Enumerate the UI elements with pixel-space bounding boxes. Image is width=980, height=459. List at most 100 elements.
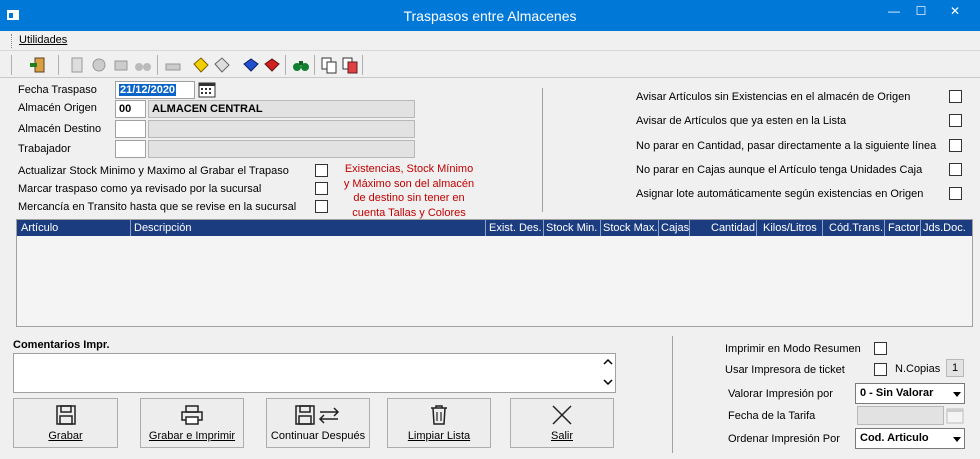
printer-icon: [181, 405, 203, 425]
almacen-origen-label: Almacén Origen: [18, 102, 97, 114]
book-blue-icon[interactable]: [242, 56, 260, 74]
column-cantidad[interactable]: Cantidad: [711, 222, 755, 234]
ncopias-input[interactable]: 1: [946, 359, 964, 377]
column-stock-max[interactable]: Stock Max.: [603, 222, 657, 234]
option-checkbox-sin-existencias[interactable]: [949, 90, 962, 103]
column-factor[interactable]: Factor: [888, 222, 919, 234]
exit-door-icon[interactable]: [29, 56, 47, 74]
marcar-revisado-label: Marcar traspaso como ya revisado por la …: [18, 183, 262, 195]
modo-resumen-checkbox[interactable]: [874, 342, 887, 355]
option-label-no-parar-cantidad: No parar en Cantidad, pasar directamente…: [636, 140, 937, 152]
actualizar-stock-checkbox[interactable]: [315, 164, 328, 177]
option-label-no-parar-cajas: No parar en Cajas aunque el Artículo ten…: [636, 164, 923, 176]
menu-bar: Utilidades: [0, 31, 980, 51]
salir-button-label: Salir: [550, 430, 573, 442]
option-label-ya-en-lista: Avisar de Artículos que ya esten en la L…: [636, 115, 847, 127]
maximize-button[interactable]: ☐: [904, 0, 938, 31]
almacen-origen-code-input[interactable]: 00: [115, 100, 146, 118]
option-checkbox-no-parar-cajas[interactable]: [949, 163, 962, 176]
ordenar-select[interactable]: Cod. Articulo: [855, 428, 965, 449]
ncopias-label: N.Copias: [895, 363, 941, 375]
settings-icon[interactable]: [90, 56, 108, 74]
option-label-sin-existencias: Avisar Artículos sin Existencias en el a…: [636, 91, 911, 103]
trabajador-name-field: [148, 140, 415, 158]
toolbar: [0, 52, 980, 78]
menu-utilidades[interactable]: Utilidades: [19, 34, 67, 46]
column-cajas[interactable]: Cajas: [661, 222, 689, 234]
option-checkbox-asignar-lote[interactable]: [949, 187, 962, 200]
continuar-despues-button[interactable]: Continuar Después: [266, 398, 370, 448]
valorar-select[interactable]: 0 - Sin Valorar: [855, 383, 965, 404]
column-stock-min[interactable]: Stock Min.: [546, 222, 597, 234]
valorar-value: 0 - Sin Valorar: [860, 387, 934, 399]
column-articulo[interactable]: Artículo: [21, 222, 58, 234]
fecha-traspaso-value: 21/12/2020: [119, 84, 177, 96]
almacen-destino-code-input[interactable]: [115, 120, 146, 138]
tray-icon[interactable]: [164, 56, 182, 74]
fecha-traspaso-label: Fecha Traspaso: [18, 84, 97, 96]
scroll-up-icon[interactable]: [603, 358, 613, 366]
comentarios-label: Comentarios Impr.: [13, 339, 110, 351]
close-button[interactable]: ✕: [938, 0, 972, 31]
chevron-down-icon: [953, 392, 961, 397]
copy-icon[interactable]: [320, 56, 338, 74]
menu-grip: [11, 34, 13, 48]
option-checkbox-no-parar-cantidad[interactable]: [949, 139, 962, 152]
save-later-icon: [295, 405, 340, 425]
title-bar: Traspasos entre Almacenes — ☐ ✕: [0, 0, 980, 31]
print-section-divider: [672, 336, 673, 453]
valorar-label: Valorar Impresión por: [728, 388, 833, 400]
articles-grid[interactable]: Artículo Descripción Exist. Des. Stock M…: [16, 219, 973, 327]
impresora-ticket-checkbox[interactable]: [874, 363, 887, 376]
stock-note: Existencias, Stock Mínimo y Máximo son d…: [343, 163, 475, 219]
comentarios-textarea[interactable]: [13, 353, 616, 393]
actualizar-stock-label: Actualizar Stock Minimo y Maximo al Grab…: [18, 165, 289, 177]
save-icon: [55, 405, 76, 425]
grabar-imprimir-button[interactable]: Grabar e Imprimir: [140, 398, 244, 448]
calendar-icon[interactable]: [198, 81, 216, 98]
almacen-destino-label: Almacén Destino: [18, 123, 102, 135]
book-red-icon[interactable]: [263, 56, 281, 74]
column-kilos-litros[interactable]: Kilos/Litros: [763, 222, 817, 234]
mercancia-transito-label: Mercancía en Transito hasta que se revis…: [18, 201, 297, 213]
limpiar-lista-button[interactable]: Limpiar Lista: [387, 398, 491, 448]
mercancia-transito-checkbox[interactable]: [315, 200, 328, 213]
marcar-revisado-checkbox[interactable]: [315, 182, 328, 195]
chevron-down-icon: [953, 437, 961, 442]
copy-pdf-icon[interactable]: [341, 56, 359, 74]
document-icon[interactable]: [68, 56, 86, 74]
continuar-despues-button-label: Continuar Después: [270, 430, 366, 442]
salir-button[interactable]: Salir: [510, 398, 614, 448]
tag-yellow-icon[interactable]: [192, 56, 210, 74]
grabar-button[interactable]: Grabar: [13, 398, 118, 448]
fecha-tarifa-input: [857, 406, 944, 425]
option-label-asignar-lote: Asignar lote automáticamente según exist…: [636, 188, 924, 200]
scroll-down-icon[interactable]: [603, 378, 613, 386]
almacen-origen-name-field: ALMACEN CENTRAL: [148, 100, 415, 118]
grabar-imprimir-button-label: Grabar e Imprimir: [148, 430, 236, 442]
ordenar-value: Cod. Articulo: [860, 432, 929, 444]
modo-resumen-label: Imprimir en Modo Resumen: [725, 343, 861, 355]
ordenar-label: Ordenar Impresión Por: [728, 433, 840, 445]
limpiar-lista-button-label: Limpiar Lista: [407, 430, 471, 442]
almacen-destino-name-field: [148, 120, 415, 138]
column-exist-des[interactable]: Exist. Des.: [489, 222, 542, 234]
grabar-button-label: Grabar: [48, 430, 83, 442]
fecha-traspaso-input[interactable]: 21/12/2020: [115, 81, 195, 99]
window-title: Traspasos entre Almacenes: [403, 8, 577, 24]
fecha-tarifa-label: Fecha de la Tarifa: [728, 410, 816, 422]
search-binoculars-gray-icon[interactable]: [134, 56, 152, 74]
column-jds-doc[interactable]: Jds.Doc.: [923, 222, 966, 234]
trabajador-label: Trabajador: [18, 143, 71, 155]
column-cod-trans[interactable]: Cód.Trans.: [829, 222, 883, 234]
calendar-disabled-icon: [946, 408, 964, 424]
option-checkbox-ya-en-lista[interactable]: [949, 114, 962, 127]
close-x-icon: [552, 405, 572, 425]
print-preview-icon[interactable]: [112, 56, 130, 74]
column-descripcion[interactable]: Descripción: [134, 222, 191, 234]
trabajador-code-input[interactable]: [115, 140, 146, 158]
tag-gray-icon[interactable]: [213, 56, 231, 74]
impresora-ticket-label: Usar Impresora de ticket: [725, 364, 845, 376]
binoculars-icon[interactable]: [292, 56, 310, 74]
trash-icon: [431, 405, 447, 425]
